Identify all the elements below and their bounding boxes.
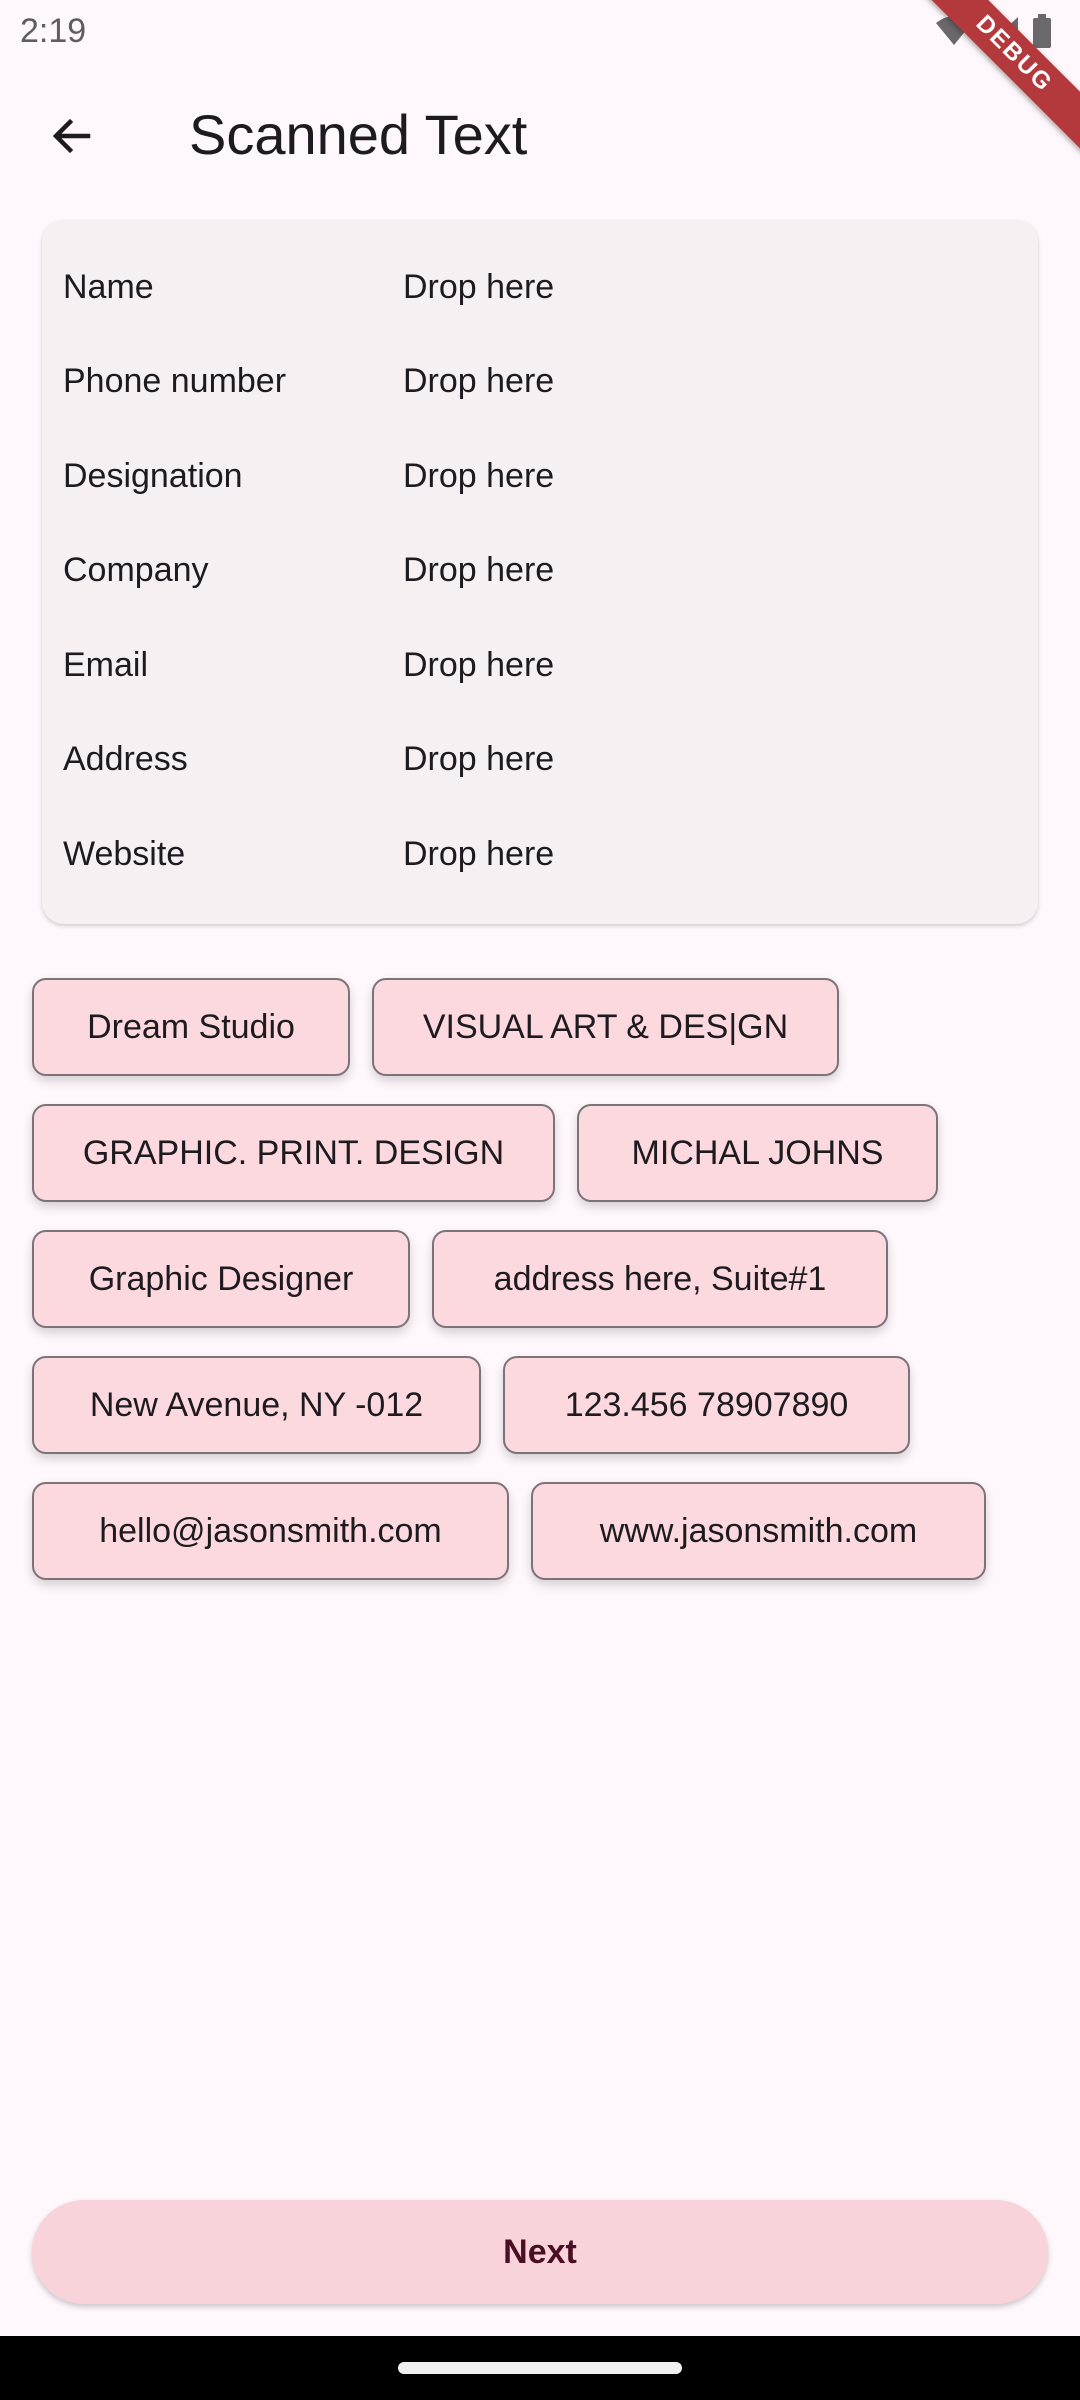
battery-icon — [1032, 14, 1052, 48]
drop-target[interactable]: Drop here — [403, 268, 554, 307]
drop-target[interactable]: Drop here — [403, 457, 554, 496]
draggable-text-chip[interactable]: Dream Studio — [32, 978, 350, 1076]
draggable-text-chip[interactable]: MICHAL JOHNS — [577, 1104, 938, 1202]
field-label: Name — [63, 268, 154, 306]
draggable-text-chip[interactable]: New Avenue, NY -012 — [32, 1356, 481, 1454]
fields-card: Name Drop here Phone number Drop here De… — [42, 220, 1038, 924]
field-row-email: Email Drop here — [42, 626, 1038, 706]
field-row-address: Address Drop here — [42, 720, 1038, 800]
app-bar: Scanned Text — [0, 64, 1080, 204]
status-time: 2:19 — [20, 12, 87, 50]
home-gesture-handle[interactable] — [398, 2362, 682, 2374]
page-title: Scanned Text — [189, 103, 528, 166]
field-row-name: Name Drop here — [42, 248, 1038, 328]
draggable-text-chip[interactable]: www.jasonsmith.com — [531, 1482, 986, 1580]
field-row-website: Website Drop here — [42, 815, 1038, 895]
field-label: Designation — [63, 457, 243, 495]
field-label: Phone number — [63, 362, 287, 400]
draggable-text-chip[interactable]: GRAPHIC. PRINT. DESIGN — [32, 1104, 555, 1202]
back-button[interactable] — [36, 102, 108, 174]
status-bar: 2:19 — [0, 0, 1080, 64]
scanned-text-screen: 2:19 DEBUG Scanned Text Name Drop here P… — [0, 0, 1080, 2400]
drop-target[interactable]: Drop here — [403, 551, 554, 590]
draggable-text-chip[interactable]: Graphic Designer — [32, 1230, 410, 1328]
field-label: Company — [63, 551, 209, 589]
system-navigation-bar — [0, 2336, 1080, 2400]
field-row-phone: Phone number Drop here — [42, 342, 1038, 422]
drop-target[interactable]: Drop here — [403, 740, 554, 779]
draggable-text-chip[interactable]: VISUAL ART & DES|GN — [372, 978, 839, 1076]
field-label: Email — [63, 646, 149, 684]
draggable-text-chip[interactable]: hello@jasonsmith.com — [32, 1482, 509, 1580]
drop-target[interactable]: Drop here — [403, 835, 554, 874]
next-button[interactable]: Next — [32, 2200, 1048, 2304]
drop-target[interactable]: Drop here — [403, 362, 554, 401]
field-row-company: Company Drop here — [42, 531, 1038, 611]
draggable-text-chip[interactable]: 123.456 78907890 — [503, 1356, 910, 1454]
draggable-text-chip[interactable]: address here, Suite#1 — [432, 1230, 888, 1328]
field-row-designation: Designation Drop here — [42, 437, 1038, 517]
field-label: Website — [63, 835, 186, 873]
field-label: Address — [63, 740, 188, 778]
arrow-back-icon — [48, 112, 96, 165]
drop-target[interactable]: Drop here — [403, 646, 554, 685]
